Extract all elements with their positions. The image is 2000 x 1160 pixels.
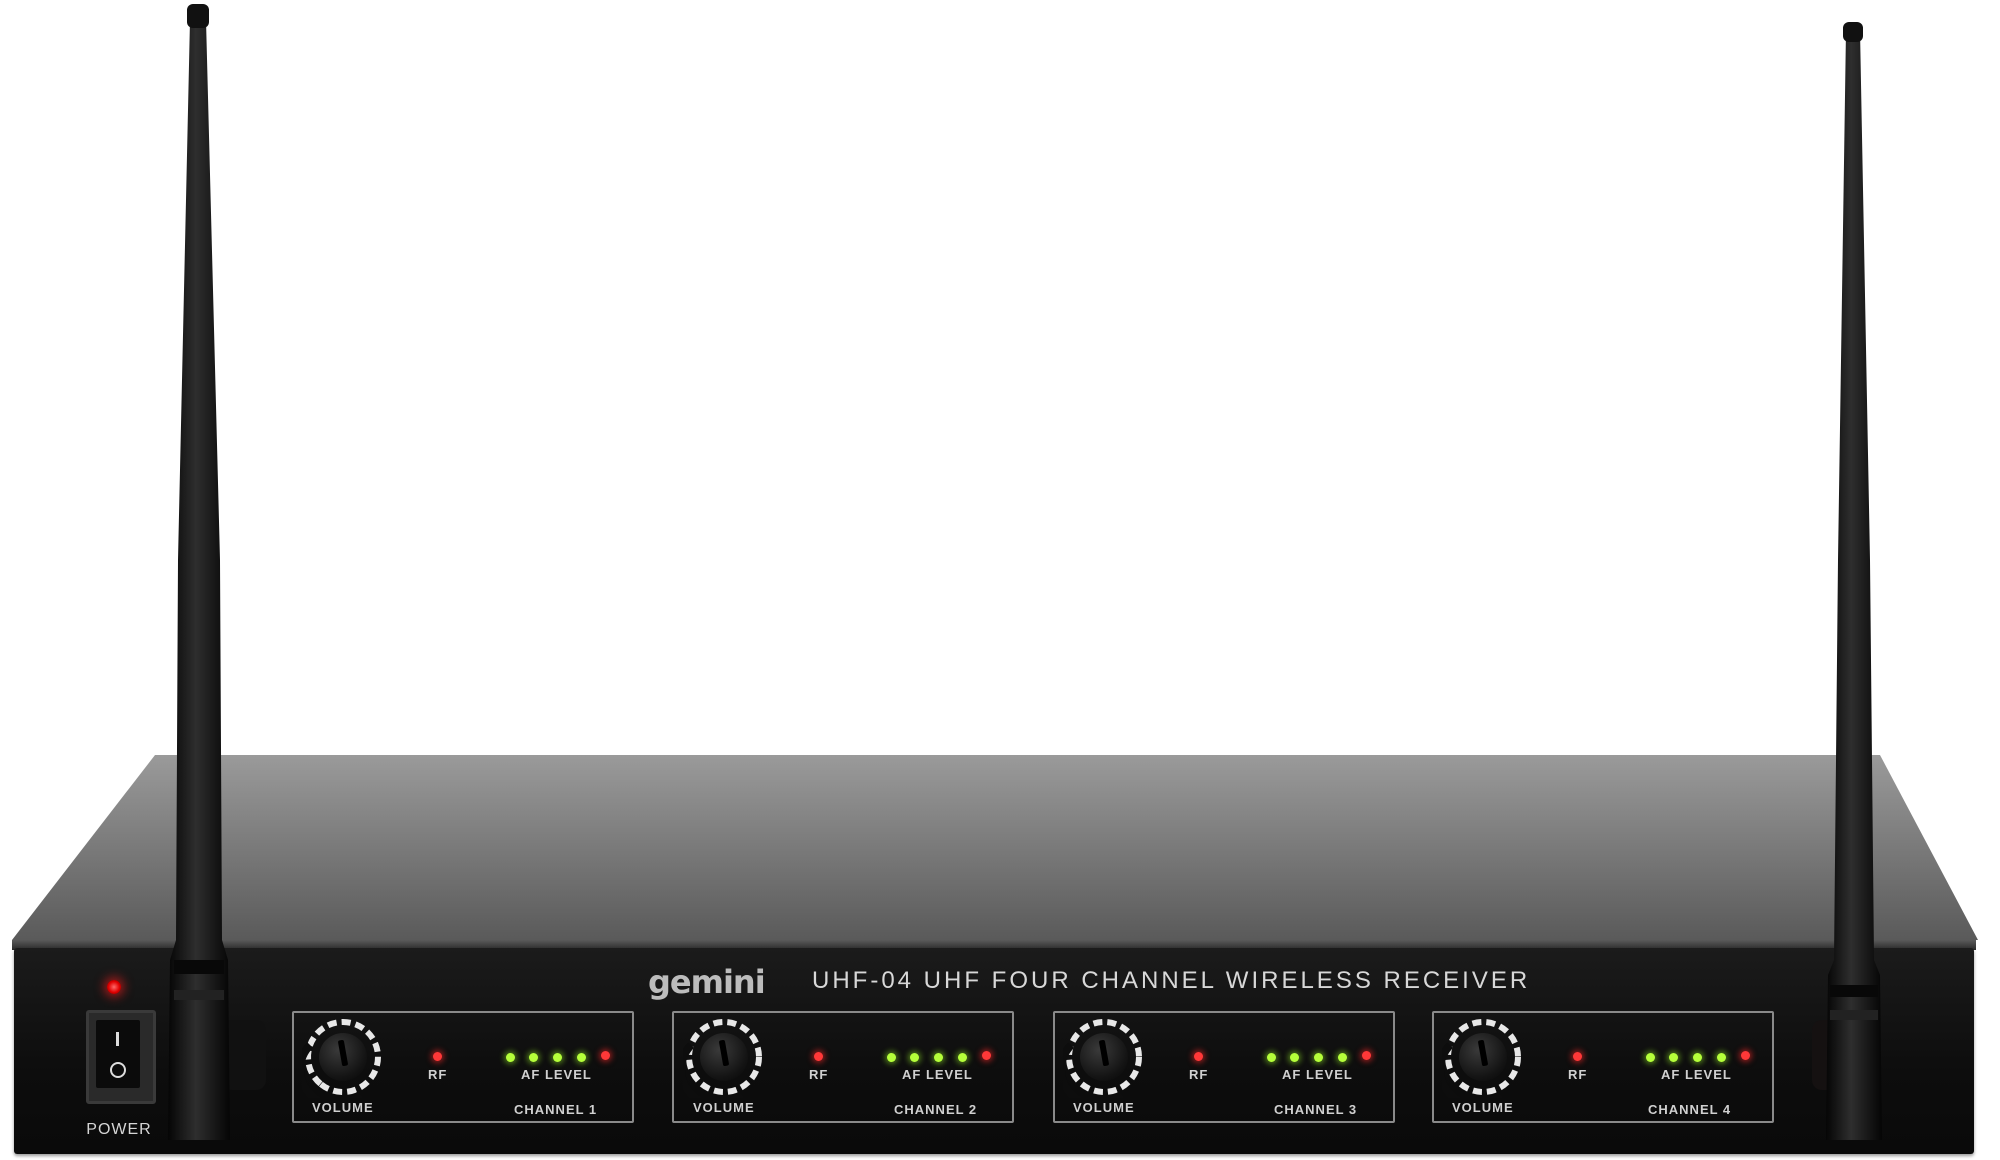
af-level-label-ch4: AF LEVEL <box>1661 1067 1732 1082</box>
rf-led-icon <box>1194 1052 1203 1061</box>
af-led-icon <box>1669 1053 1678 1062</box>
af-led-icon <box>1646 1053 1655 1062</box>
power-rocker-icon[interactable] <box>96 1020 140 1088</box>
volume-label-ch1: VOLUME <box>312 1100 374 1115</box>
af-led-icon <box>958 1053 967 1062</box>
af-led-icon <box>934 1053 943 1062</box>
af-led-icon <box>577 1053 586 1062</box>
af-led-icon <box>1693 1053 1702 1062</box>
channel-label-ch4: CHANNEL 4 <box>1648 1102 1732 1117</box>
volume-label-ch4: VOLUME <box>1452 1100 1514 1115</box>
af-peak-led-icon <box>1362 1051 1371 1060</box>
af-peak-led-icon <box>982 1051 991 1060</box>
volume-label-ch3: VOLUME <box>1073 1100 1135 1115</box>
channel-label-ch2: CHANNEL 2 <box>894 1102 978 1117</box>
rf-led-icon <box>1573 1052 1582 1061</box>
af-led-icon <box>1717 1053 1726 1062</box>
af-led-icon <box>1290 1053 1299 1062</box>
rf-label-ch3: RF <box>1189 1067 1209 1082</box>
rf-label-ch2: RF <box>809 1067 829 1082</box>
rf-label-ch4: RF <box>1568 1067 1588 1082</box>
channel-label-ch1: CHANNEL 1 <box>514 1102 598 1117</box>
power-led-icon <box>107 980 121 994</box>
af-led-icon <box>553 1053 562 1062</box>
brand-logo: gemini <box>648 963 766 1001</box>
af-level-label-ch2: AF LEVEL <box>902 1067 973 1082</box>
left-antenna-icon[interactable] <box>150 0 260 1160</box>
af-level-label-ch3: AF LEVEL <box>1282 1067 1353 1082</box>
af-level-label-ch1: AF LEVEL <box>521 1067 592 1082</box>
rf-label-ch1: RF <box>428 1067 448 1082</box>
right-antenna-icon[interactable] <box>1800 0 1910 1160</box>
af-led-icon <box>506 1053 515 1062</box>
af-peak-led-icon <box>601 1051 610 1060</box>
af-led-icon <box>529 1053 538 1062</box>
af-led-icon <box>1267 1053 1276 1062</box>
af-led-icon <box>1314 1053 1323 1062</box>
af-peak-led-icon <box>1741 1051 1750 1060</box>
power-label: POWER <box>86 1121 152 1138</box>
volume-label-ch2: VOLUME <box>693 1100 755 1115</box>
rf-led-icon <box>814 1052 823 1061</box>
rf-led-icon <box>433 1052 442 1061</box>
channel-label-ch3: CHANNEL 3 <box>1274 1102 1358 1117</box>
model-title: UHF-04 UHF FOUR CHANNEL WIRELESS RECEIVE… <box>812 967 1531 994</box>
af-led-icon <box>887 1053 896 1062</box>
af-led-icon <box>1338 1053 1347 1062</box>
af-led-icon <box>910 1053 919 1062</box>
